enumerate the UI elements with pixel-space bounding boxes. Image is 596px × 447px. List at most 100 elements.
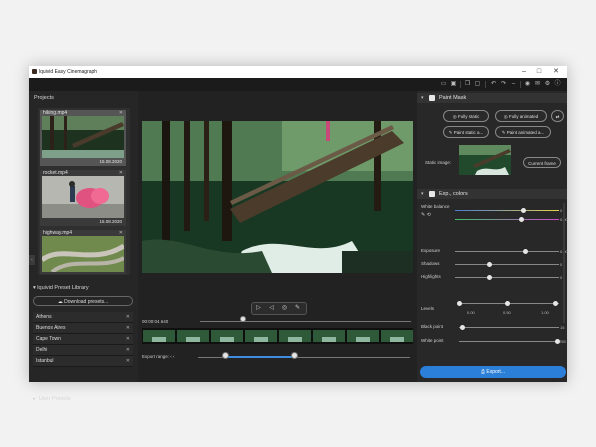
export-range-text: Export range:	[142, 354, 170, 359]
projects-list: hiking.mp4 ✕ 15.08.2020 rocket.mp4 ✕ 15.…	[38, 108, 130, 275]
export-label: Export...	[486, 369, 505, 375]
timecode: 00:00:04.640	[142, 319, 169, 324]
preset-item[interactable]: Istanbul ✕	[33, 356, 133, 367]
app-logo-icon	[32, 69, 37, 74]
remove-preset-icon[interactable]: ✕	[126, 334, 130, 344]
toolbar-divider	[460, 81, 461, 88]
project-thumbnail	[42, 116, 124, 158]
eyedropper-icon[interactable]: ✎ ⟲	[421, 212, 431, 218]
paint-animated-button[interactable]: ✎ Paint animated a...	[495, 126, 551, 138]
fully-static-button[interactable]: ◎ Fully static	[443, 110, 489, 122]
paint-static-label: Paint static a...	[453, 130, 484, 135]
left-panel: Projects hiking.mp4 ✕ 15.08.2020 rocket.…	[29, 91, 138, 402]
volume-icon[interactable]: ◁	[267, 304, 276, 313]
levels-black-value: 0.00	[467, 310, 475, 315]
mail-icon[interactable]: ✉	[534, 81, 541, 88]
levels-white-knob[interactable]	[553, 301, 558, 306]
eye-preview-icon[interactable]: ◎	[280, 304, 289, 313]
eye-icon[interactable]: ◉	[524, 81, 531, 88]
white-point-value: 255	[559, 339, 566, 344]
tint-knob[interactable]	[519, 217, 524, 222]
exposure-slider[interactable]	[455, 251, 559, 252]
remove-preset-icon[interactable]: ✕	[126, 345, 130, 355]
paint-static-button[interactable]: ✎ Paint static a...	[443, 126, 489, 138]
export-range-start-handle[interactable]	[222, 352, 229, 359]
delete-icon[interactable]: ▢	[474, 81, 481, 88]
project-item[interactable]: rocket.mp4 ✕ 15.08.2020	[40, 170, 126, 226]
minus-icon[interactable]: –	[510, 81, 517, 88]
project-item[interactable]: highway.mp4 ✕	[40, 230, 126, 274]
shadows-knob[interactable]	[487, 262, 492, 267]
preset-item[interactable]: Cape Town ✕	[33, 334, 133, 345]
user-presets-header[interactable]: ▸ User Presets	[33, 396, 71, 402]
shadows-label: Shadows	[421, 261, 440, 266]
copy-icon[interactable]: ❐	[464, 81, 471, 88]
fully-animated-label: Fully animated	[508, 114, 539, 119]
undo-icon[interactable]: ↶	[490, 81, 497, 88]
preset-item[interactable]: Delhi ✕	[33, 345, 133, 356]
white-balance-slider[interactable]	[455, 210, 559, 211]
preset-name: Buenos Aires	[36, 325, 66, 331]
remove-preset-icon[interactable]: ✕	[126, 323, 130, 333]
levels-black-knob[interactable]	[457, 301, 462, 306]
paint-mask-header[interactable]: ▾ Paint Mask	[417, 93, 567, 103]
preset-library-header[interactable]: ▾ lquivid Preset Library	[33, 285, 89, 291]
black-point-slider[interactable]	[459, 327, 559, 328]
paint-mask-title: Paint Mask	[439, 95, 467, 101]
swap-icon[interactable]: ⇄	[551, 110, 564, 122]
preset-library-title: lquivid Preset Library	[37, 285, 89, 291]
black-point-knob[interactable]	[460, 325, 465, 330]
paint-mask-checkbox[interactable]	[429, 95, 435, 101]
exp-colors-checkbox[interactable]	[429, 191, 435, 197]
preset-name: Cape Town	[36, 336, 61, 342]
preset-name: Istanbul	[36, 358, 54, 364]
current-frame-button[interactable]: Current frame	[523, 157, 561, 168]
export-button[interactable]: ⎙ Export...	[420, 366, 566, 378]
brush-icon[interactable]: ✎	[293, 304, 302, 313]
download-presets-button[interactable]: ☁ Download presets...	[33, 296, 133, 306]
playhead-handle[interactable]	[240, 316, 246, 322]
levels-mid-knob[interactable]	[505, 301, 510, 306]
toolbar: ▭ ▣ ❐ ▢ ↶ ↷ – ◉ ✉ ⚙ ⓘ	[29, 78, 567, 91]
export-range-end-handle[interactable]	[291, 352, 298, 359]
exp-colors-header[interactable]: ▾ Exp., colors	[417, 189, 567, 199]
remove-preset-icon[interactable]: ✕	[126, 356, 130, 366]
highlights-knob[interactable]	[487, 275, 492, 280]
remove-preset-icon[interactable]: ✕	[126, 312, 130, 322]
play-icon[interactable]: ▷	[254, 304, 263, 313]
filmstrip[interactable]	[142, 328, 413, 344]
open-folder-icon[interactable]: ▭	[440, 81, 447, 88]
redo-icon[interactable]: ↷	[500, 81, 507, 88]
white-balance-label: White balance	[421, 204, 450, 209]
video-preview[interactable]	[142, 121, 413, 273]
levels-white-value: 1.00	[541, 310, 549, 315]
exposure-knob[interactable]	[523, 249, 528, 254]
save-icon[interactable]: ▣	[450, 81, 457, 88]
levels-mid-value: 0.50	[503, 310, 511, 315]
white-point-slider[interactable]	[459, 341, 559, 342]
project-item[interactable]: hiking.mp4 ✕ 15.08.2020	[40, 110, 126, 166]
toolbar-divider	[485, 81, 486, 88]
info-icon[interactable]: ⓘ	[554, 81, 561, 88]
preset-item[interactable]: Buenos Aires ✕	[33, 323, 133, 334]
preset-item[interactable]: Athens ✕	[33, 312, 133, 323]
app-window: lquivid Easy Cinemagraph – □ ✕ ▭ ▣ ❐ ▢ ↶…	[29, 66, 568, 402]
right-panel-scrollbar[interactable]	[563, 203, 565, 323]
static-image-thumbnail[interactable]	[459, 145, 511, 175]
fully-animated-button[interactable]: ◎ Fully animated	[495, 110, 547, 122]
maximize-icon[interactable]: □	[532, 67, 546, 77]
highlights-slider[interactable]	[455, 277, 559, 278]
minimize-icon[interactable]: –	[517, 67, 531, 77]
project-date: 15.08.2020	[99, 219, 122, 224]
window-title: lquivid Easy Cinemagraph	[39, 69, 98, 75]
fully-static-label: Fully static	[457, 114, 480, 119]
project-thumbnail	[42, 176, 124, 218]
tint-slider[interactable]	[455, 219, 559, 220]
download-presets-label: Download presets...	[64, 299, 109, 305]
timeline-scrubber[interactable]	[200, 321, 411, 322]
collapse-panel-button[interactable]: ‹	[29, 255, 35, 265]
settings-icon[interactable]: ⚙	[544, 81, 551, 88]
white-balance-knob[interactable]	[521, 208, 526, 213]
close-icon[interactable]: ✕	[549, 67, 563, 77]
shadows-slider[interactable]	[455, 264, 559, 265]
